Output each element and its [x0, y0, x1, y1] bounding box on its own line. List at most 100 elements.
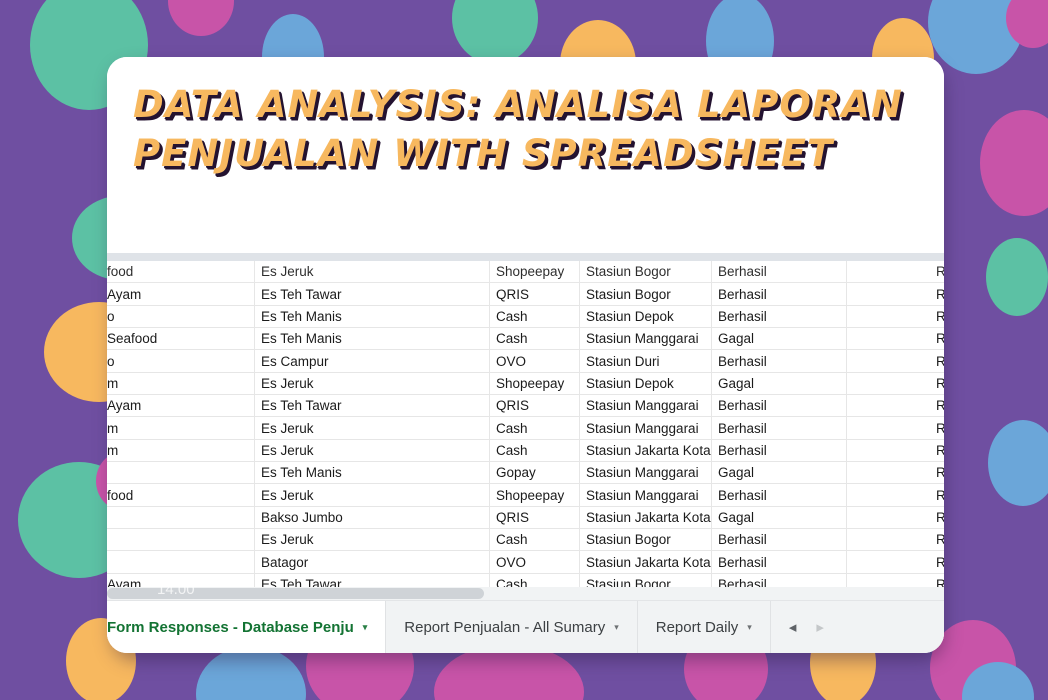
cell-location[interactable]: Stasiun Manggarai: [580, 395, 712, 417]
cell-price[interactable]: Rp31,00: [847, 462, 944, 483]
cell-location[interactable]: Stasiun Manggarai: [580, 462, 712, 484]
cell-payment[interactable]: OVO: [490, 551, 580, 573]
cell-price[interactable]: Rp30,00: [847, 529, 944, 550]
cell-menu[interactable]: [107, 462, 255, 484]
cell-drink[interactable]: Es Jeruk: [255, 372, 490, 395]
cell-payment[interactable]: QRIS: [490, 506, 580, 529]
table-row[interactable]: oEs CampurOVOStasiun DuriBerhasilRp40,00: [107, 350, 944, 373]
table-row[interactable]: mEs JerukShopeepayStasiun DepokGagalRp35…: [107, 372, 944, 396]
cell-menu[interactable]: m: [107, 439, 255, 462]
sheet-tab[interactable]: Report Daily ▾: [638, 601, 771, 653]
cell-location[interactable]: Stasiun Jakarta Kota: [580, 551, 712, 573]
cell-payment[interactable]: Cash: [490, 328, 580, 350]
cell-menu[interactable]: [107, 551, 255, 573]
cell-payment[interactable]: Cash: [490, 529, 580, 551]
cell-location[interactable]: Stasiun Bogor: [580, 283, 712, 305]
cell-price[interactable]: Rp40,00: [847, 261, 944, 282]
table-row[interactable]: BatagorOVOStasiun Jakarta KotaBerhasilRp…: [107, 551, 944, 574]
cell-payment[interactable]: Shopeepay: [490, 261, 580, 283]
cell-drink[interactable]: Es Jeruk: [255, 261, 490, 283]
cell-price[interactable]: Rp35,00: [847, 440, 944, 461]
cell-price[interactable]: Rp40,00: [847, 350, 944, 371]
cell-drink[interactable]: Es Jeruk: [255, 529, 490, 551]
cell-menu[interactable]: Seafood: [107, 328, 255, 350]
table-row[interactable]: Ayam Es Teh Tawar QRIS Stasiun Manggarai Ber…: [107, 395, 944, 418]
cell-status[interactable]: Berhasil: [712, 529, 847, 551]
table-row[interactable]: food Es Jeruk Shopeepay Stasiun Manggarai Be…: [107, 484, 944, 507]
cell-price[interactable]: Rp30,00: [847, 395, 944, 416]
table-row[interactable]: Ayam Es Teh Tawar QRIS Stasiun Bogor Berhasi…: [107, 283, 944, 306]
cell-payment[interactable]: QRIS: [490, 283, 580, 305]
cell-menu[interactable]: [107, 529, 255, 551]
scrollbar-thumb[interactable]: [107, 588, 484, 599]
cell-price[interactable]: Rp35,00: [847, 373, 944, 394]
cell-location[interactable]: Stasiun Manggarai: [580, 328, 712, 350]
table-row[interactable]: Es Teh Manis Gopay Stasiun Manggarai Gagal R…: [107, 462, 944, 485]
cell-drink[interactable]: Bakso Jumbo: [255, 506, 490, 529]
cell-location[interactable]: Stasiun Depok: [580, 305, 712, 328]
chevron-down-icon[interactable]: ▾: [747, 622, 752, 632]
cell-status[interactable]: Berhasil: [712, 350, 847, 372]
sheet-tab-bar[interactable]: Form Responses - Database Penju ▾ Report P…: [107, 600, 944, 653]
cell-status[interactable]: Berhasil: [712, 439, 847, 462]
cell-price[interactable]: Rp36,00: [847, 306, 944, 327]
cell-payment[interactable]: Cash: [490, 417, 580, 439]
cell-drink[interactable]: Es Jeruk: [255, 439, 490, 462]
cell-location[interactable]: Stasiun Bogor: [580, 529, 712, 551]
cell-location[interactable]: Stasiun Depok: [580, 372, 712, 395]
cell-price[interactable]: Rp35,00: [847, 417, 944, 438]
cell-drink[interactable]: Es Teh Manis: [255, 305, 490, 328]
cell-menu[interactable]: o: [107, 350, 255, 372]
cell-menu[interactable]: food: [107, 261, 255, 283]
cell-menu[interactable]: [107, 506, 255, 529]
cell-status[interactable]: Berhasil: [712, 305, 847, 328]
table-row[interactable]: food Es Jeruk Shopeepay Stasiun Bogor Berhas…: [107, 261, 944, 284]
horizontal-scrollbar[interactable]: 14.00: [107, 581, 944, 600]
cell-location[interactable]: Stasiun Jakarta Kota: [580, 506, 712, 529]
cell-payment[interactable]: QRIS: [490, 395, 580, 417]
cell-status[interactable]: Berhasil: [712, 261, 847, 283]
sheet-tab[interactable]: Report Penjualan - All Sumary ▾: [386, 601, 638, 653]
cell-status[interactable]: Berhasil: [712, 417, 847, 439]
table-row[interactable]: oEs Teh ManisCashStasiun DepokBerhasilRp…: [107, 305, 944, 329]
cell-price[interactable]: Rp30,00: [847, 551, 944, 572]
cell-menu[interactable]: food: [107, 484, 255, 506]
cell-payment[interactable]: Shopeepay: [490, 484, 580, 506]
cell-payment[interactable]: Gopay: [490, 462, 580, 484]
cell-menu[interactable]: o: [107, 305, 255, 328]
previous-sheet-icon[interactable]: ◂: [789, 620, 797, 635]
cell-menu[interactable]: Ayam: [107, 395, 255, 417]
cell-status[interactable]: Berhasil: [712, 395, 847, 417]
cell-location[interactable]: Stasiun Jakarta Kota: [580, 439, 712, 462]
cell-price[interactable]: Rp30,00: [847, 283, 944, 304]
cell-menu[interactable]: m: [107, 417, 255, 439]
cell-status[interactable]: Gagal: [712, 328, 847, 350]
cell-menu[interactable]: Ayam: [107, 283, 255, 305]
cell-status[interactable]: Berhasil: [712, 484, 847, 506]
table-row[interactable]: Es JerukCashStasiun BogorBerhasilRp30,00: [107, 529, 944, 552]
tab-navigation[interactable]: ◂ ▸: [771, 601, 842, 653]
cell-payment[interactable]: Cash: [490, 439, 580, 462]
cell-payment[interactable]: Cash: [490, 305, 580, 328]
cell-price[interactable]: Rp40,00: [847, 484, 944, 505]
chevron-down-icon[interactable]: ▾: [614, 622, 619, 632]
cell-location[interactable]: Stasiun Duri: [580, 350, 712, 372]
cell-location[interactable]: Stasiun Manggarai: [580, 484, 712, 506]
cell-drink[interactable]: Es Campur: [255, 350, 490, 372]
table-row[interactable]: Bakso Jumbo QRIS Stasiun Jakarta Kota Gagal…: [107, 506, 944, 530]
cell-drink[interactable]: Es Teh Manis: [255, 462, 490, 484]
cell-status[interactable]: Gagal: [712, 462, 847, 484]
cell-drink[interactable]: Es Jeruk: [255, 417, 490, 439]
cell-status[interactable]: Berhasil: [712, 551, 847, 573]
cell-payment[interactable]: Shopeepay: [490, 372, 580, 395]
cell-drink[interactable]: Batagor: [255, 551, 490, 573]
next-sheet-icon[interactable]: ▸: [816, 620, 824, 635]
cell-location[interactable]: Stasiun Bogor: [580, 261, 712, 283]
cell-price[interactable]: Rp40,00: [847, 507, 944, 528]
table-row[interactable]: m Es Jeruk Cash Stasiun Jakarta Kota Berhasi…: [107, 439, 944, 463]
table-row[interactable]: Seafood Es Teh Manis Cash Stasiun Manggarai…: [107, 328, 944, 351]
cell-drink[interactable]: Es Teh Manis: [255, 328, 490, 350]
cell-drink[interactable]: Es Teh Tawar: [255, 283, 490, 305]
cell-drink[interactable]: Es Teh Tawar: [255, 395, 490, 417]
cell-drink[interactable]: Es Jeruk: [255, 484, 490, 506]
